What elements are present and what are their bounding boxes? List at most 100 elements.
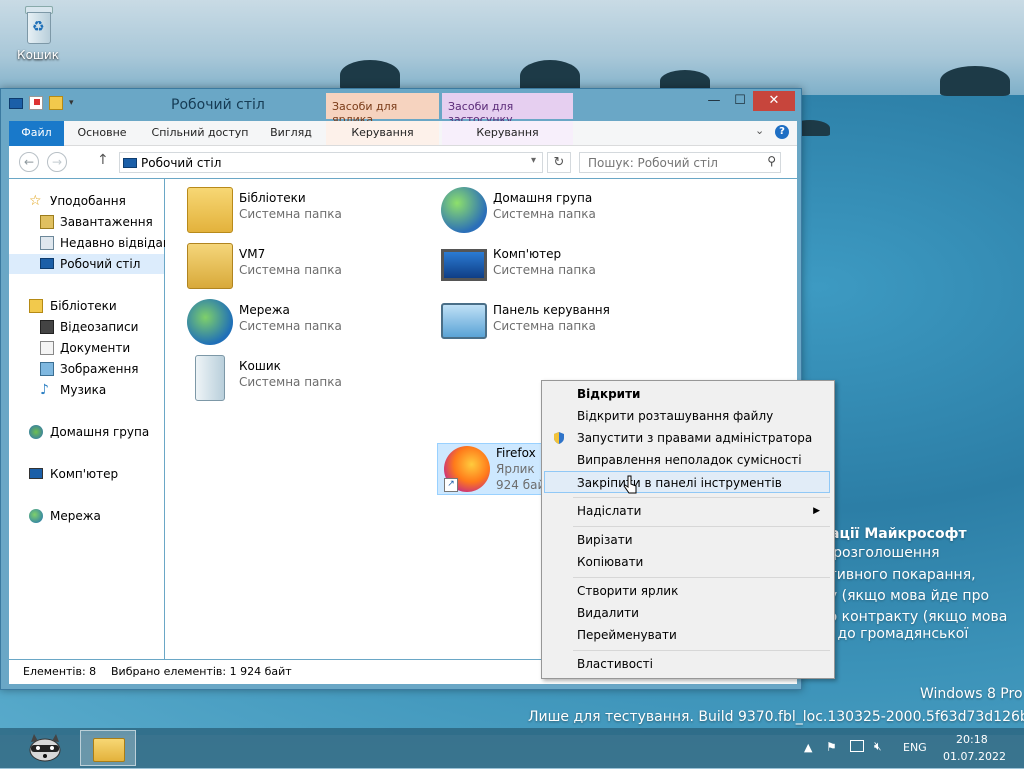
menu-item-pin-to-taskbar[interactable]: Закріпити в панелі інструментів <box>544 471 830 493</box>
file-type: Ярлик <box>496 462 535 476</box>
nav-pictures[interactable]: Зображення <box>9 359 164 379</box>
tab-view[interactable]: Вигляд <box>263 121 319 145</box>
nav-label: Завантаження <box>60 215 153 229</box>
menu-item-open[interactable]: Відкрити <box>544 383 830 405</box>
file-item-computer[interactable]: Комп'ютер Системна папка <box>435 241 675 293</box>
file-item-recycle-bin[interactable]: Кошик Системна папка <box>181 353 421 405</box>
title-bar[interactable]: ▾ Робочий стіл Засоби для ярлика Засоби … <box>1 89 801 126</box>
control-panel-icon <box>441 303 487 339</box>
menu-item-rename[interactable]: Перейменувати <box>544 624 830 646</box>
menu-item-properties[interactable]: Властивості <box>544 653 830 675</box>
file-name: Домашня група <box>493 191 593 205</box>
window-title: Робочий стіл <box>171 97 265 113</box>
menu-separator <box>573 650 830 651</box>
file-type: Системна папка <box>239 319 342 333</box>
file-item-homegroup[interactable]: Домашня група Системна папка <box>435 185 675 237</box>
submenu-arrow-icon: ▶ <box>813 506 820 516</box>
menu-item-send-to[interactable]: Надіслати ▶ <box>544 500 830 522</box>
customize-qat-icon[interactable]: ▾ <box>69 96 77 110</box>
menu-item-troubleshoot[interactable]: Виправлення неполадок сумісності <box>544 449 830 471</box>
help-icon[interactable]: ? <box>775 125 789 139</box>
menu-separator <box>573 497 830 498</box>
nav-videos[interactable]: Відеозаписи <box>9 317 164 337</box>
address-bar-row: ← → ↑ Робочий стіл ▾ ↻ ⚲ <box>9 146 797 178</box>
nav-label: Бібліотеки <box>50 299 117 313</box>
libraries-folder-icon <box>187 187 233 233</box>
nav-documents[interactable]: Документи <box>9 338 164 358</box>
new-folder-icon[interactable] <box>49 96 63 110</box>
file-item-control-panel[interactable]: Панель керування Системна папка <box>435 297 675 349</box>
menu-separator <box>573 526 830 527</box>
search-input[interactable] <box>586 155 760 171</box>
file-name: Панель керування <box>493 303 610 317</box>
menu-item-copy[interactable]: Копіювати <box>544 551 830 573</box>
background-text-line: е розголошення <box>820 545 940 561</box>
show-hidden-icons-icon[interactable]: ▲ <box>804 741 812 754</box>
volume-muted-icon[interactable]: 🔇︎ <box>874 739 882 754</box>
background-text-line: ативного покарання, <box>820 567 976 583</box>
nav-recent[interactable]: Недавно відвідане <box>9 233 178 253</box>
maximize-button[interactable]: ☐ <box>727 91 753 111</box>
ribbon-expand-icon[interactable]: ⌄ <box>755 124 764 137</box>
raccoon-icon <box>29 734 61 762</box>
nav-label: Зображення <box>60 362 139 376</box>
recycle-bin-icon <box>23 6 53 44</box>
action-center-flag-icon[interactable]: ⚑ <box>826 740 837 754</box>
nav-favorites[interactable]: ☆ Уподобання <box>9 191 164 211</box>
clock-date[interactable]: 01.07.2022 <box>943 750 1006 763</box>
nav-label: Комп'ютер <box>50 467 119 481</box>
back-button[interactable]: ← <box>19 152 39 172</box>
address-text: Робочий стіл <box>141 156 222 170</box>
up-button[interactable]: ↑ <box>97 152 109 168</box>
taskbar: ▲ ⚑ 🔇︎ ENG 20:18 01.07.2022 <box>0 728 1024 768</box>
nav-music[interactable]: ♪ Музика <box>9 380 164 400</box>
window-icon[interactable] <box>9 97 23 109</box>
documents-icon <box>40 341 54 355</box>
file-type: Системна папка <box>493 319 596 333</box>
tab-manage-app[interactable]: Керування <box>442 121 573 145</box>
watermark-build: Лише для тестування. Build 9370.fbl_loc.… <box>528 709 1024 725</box>
file-type: Системна папка <box>239 207 342 221</box>
desktop-icon-label: Кошик <box>17 48 59 62</box>
recent-places-icon <box>40 236 54 250</box>
desktop-icon <box>123 158 137 168</box>
file-item-network[interactable]: Мережа Системна папка <box>181 297 421 349</box>
refresh-button[interactable]: ↻ <box>547 152 571 173</box>
taskbar-explorer-button[interactable] <box>80 730 136 766</box>
tab-manage-shortcut[interactable]: Керування <box>326 121 439 145</box>
menu-item-cut[interactable]: Вирізати <box>544 529 830 551</box>
properties-icon[interactable] <box>29 96 43 110</box>
chevron-down-icon[interactable]: ▾ <box>531 155 536 166</box>
search-icon[interactable]: ⚲ <box>767 154 776 168</box>
language-indicator[interactable]: ENG <box>903 741 927 754</box>
search-box[interactable]: ⚲ <box>579 152 781 173</box>
close-button[interactable]: ✕ <box>753 91 795 111</box>
nav-downloads[interactable]: Завантаження <box>9 212 164 232</box>
nav-label: Відеозаписи <box>60 320 139 334</box>
nav-network[interactable]: Мережа <box>9 506 164 526</box>
file-item-vm7[interactable]: VM7 Системна папка <box>181 241 421 293</box>
start-raccoon-button[interactable] <box>22 730 68 766</box>
nav-homegroup[interactable]: Домашня група <box>9 422 164 442</box>
menu-item-delete[interactable]: Видалити <box>544 602 830 624</box>
tab-share[interactable]: Спільний доступ <box>147 121 253 145</box>
desktop-icon-recycle-bin[interactable]: Кошик <box>6 6 70 62</box>
ribbon-tabs: Файл Основне Спільний доступ Вигляд Керу… <box>9 121 797 173</box>
network-icon[interactable] <box>850 740 864 752</box>
nav-desktop[interactable]: Робочий стіл <box>9 254 164 274</box>
menu-item-run-as-admin[interactable]: Запустити з правами адміністратора <box>544 427 830 449</box>
clock-time[interactable]: 20:18 <box>956 733 988 746</box>
tab-home[interactable]: Основне <box>69 121 135 145</box>
nav-computer[interactable]: Комп'ютер <box>9 464 164 484</box>
context-tab-app-tools: Засоби для застосунку <box>442 93 573 126</box>
minimize-button[interactable]: — <box>701 91 727 111</box>
nav-libraries[interactable]: Бібліотеки <box>9 296 164 316</box>
menu-item-open-location[interactable]: Відкрити розташування файлу <box>544 405 830 427</box>
nav-label: Музика <box>60 383 107 397</box>
forward-button[interactable]: → <box>47 152 67 172</box>
menu-item-create-shortcut[interactable]: Створити ярлик <box>544 580 830 602</box>
address-field[interactable]: Робочий стіл ▾ <box>119 152 543 173</box>
file-item-libraries[interactable]: Бібліотеки Системна папка <box>181 185 421 237</box>
file-type: Системна папка <box>239 263 342 277</box>
menu-separator <box>573 577 830 578</box>
